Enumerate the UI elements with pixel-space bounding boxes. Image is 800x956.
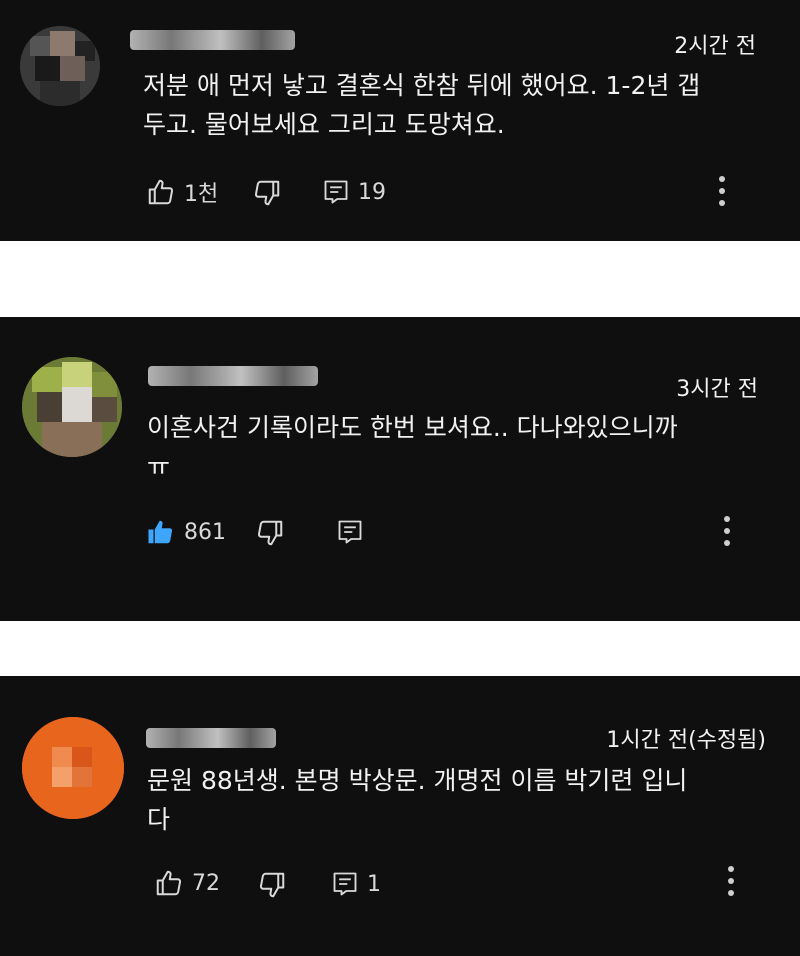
comment-text-line: 저분 애 먼저 낳고 결혼식 한참 뒤에 했어요. 1-2년 갭 bbox=[143, 71, 701, 100]
like-count: 861 bbox=[184, 519, 226, 545]
like-count: 72 bbox=[192, 870, 220, 896]
comment-text-line: 문원 88년생. 본명 박상문. 개명전 이름 박기련 입니 bbox=[147, 766, 688, 795]
comment-time: 1시간 전(수정됨) bbox=[606, 728, 766, 753]
comment-text: 이혼사건 기록이라도 한번 보셔요.. 다나와있으니까 ㅠ bbox=[147, 408, 678, 486]
avatar-image bbox=[20, 26, 100, 106]
more-options-icon[interactable] bbox=[724, 516, 730, 546]
dislike-button[interactable] bbox=[257, 870, 287, 900]
dislike-button[interactable] bbox=[252, 178, 282, 208]
avatar-image bbox=[22, 357, 122, 457]
comment-text: 저분 애 먼저 낳고 결혼식 한참 뒤에 했어요. 1-2년 갭 두고. 물어보… bbox=[143, 66, 700, 144]
like-count: 1천 bbox=[184, 182, 219, 207]
reply-button[interactable]: 1 bbox=[331, 870, 381, 898]
comment-card-2: 3시간 전 이혼사건 기록이라도 한번 보셔요.. 다나와있으니까 ㅠ 861 bbox=[0, 317, 800, 621]
like-icon bbox=[148, 179, 174, 205]
comment-card-3: 1시간 전(수정됨) 문원 88년생. 본명 박상문. 개명전 이름 박기련 입… bbox=[0, 676, 800, 956]
more-options-icon[interactable] bbox=[728, 866, 734, 896]
avatar-image bbox=[22, 717, 124, 819]
reply-icon bbox=[324, 180, 348, 204]
reply-button[interactable]: 19 bbox=[322, 178, 386, 206]
avatar[interactable] bbox=[22, 717, 124, 819]
comment-card-1: 2시간 전 저분 애 먼저 낳고 결혼식 한참 뒤에 했어요. 1-2년 갭 두… bbox=[0, 0, 800, 241]
reply-count: 1 bbox=[367, 871, 381, 897]
comment-text-line: 이혼사건 기록이라도 한번 보셔요.. 다나와있으니까 bbox=[147, 413, 678, 442]
like-button[interactable]: 861 bbox=[146, 517, 226, 547]
dislike-icon bbox=[259, 872, 285, 898]
comment-text-line: 다 bbox=[147, 805, 171, 834]
reply-icon bbox=[338, 520, 362, 544]
comment-time: 3시간 전 bbox=[676, 377, 758, 402]
comment-time: 2시간 전 bbox=[674, 34, 756, 59]
avatar[interactable] bbox=[22, 357, 122, 457]
dislike-button[interactable] bbox=[255, 518, 285, 548]
author-name-blurred[interactable] bbox=[130, 30, 295, 50]
comment-text: 문원 88년생. 본명 박상문. 개명전 이름 박기련 입니 다 bbox=[147, 761, 687, 839]
reply-count: 19 bbox=[358, 179, 386, 205]
like-button[interactable]: 1천 bbox=[146, 176, 218, 208]
like-button[interactable]: 72 bbox=[154, 868, 220, 898]
reply-icon bbox=[333, 872, 357, 896]
like-icon bbox=[156, 870, 182, 896]
dislike-icon bbox=[254, 180, 280, 206]
comment-text-line: 두고. 물어보세요 그리고 도망쳐요. bbox=[143, 110, 505, 139]
like-icon-filled bbox=[148, 520, 173, 544]
reply-button[interactable] bbox=[336, 518, 372, 546]
author-name-blurred[interactable] bbox=[146, 728, 276, 748]
more-options-icon[interactable] bbox=[719, 176, 725, 206]
dislike-icon bbox=[257, 520, 283, 546]
avatar[interactable] bbox=[20, 26, 100, 106]
author-name-blurred[interactable] bbox=[148, 366, 318, 386]
comment-text-line: ㅠ bbox=[147, 452, 171, 481]
